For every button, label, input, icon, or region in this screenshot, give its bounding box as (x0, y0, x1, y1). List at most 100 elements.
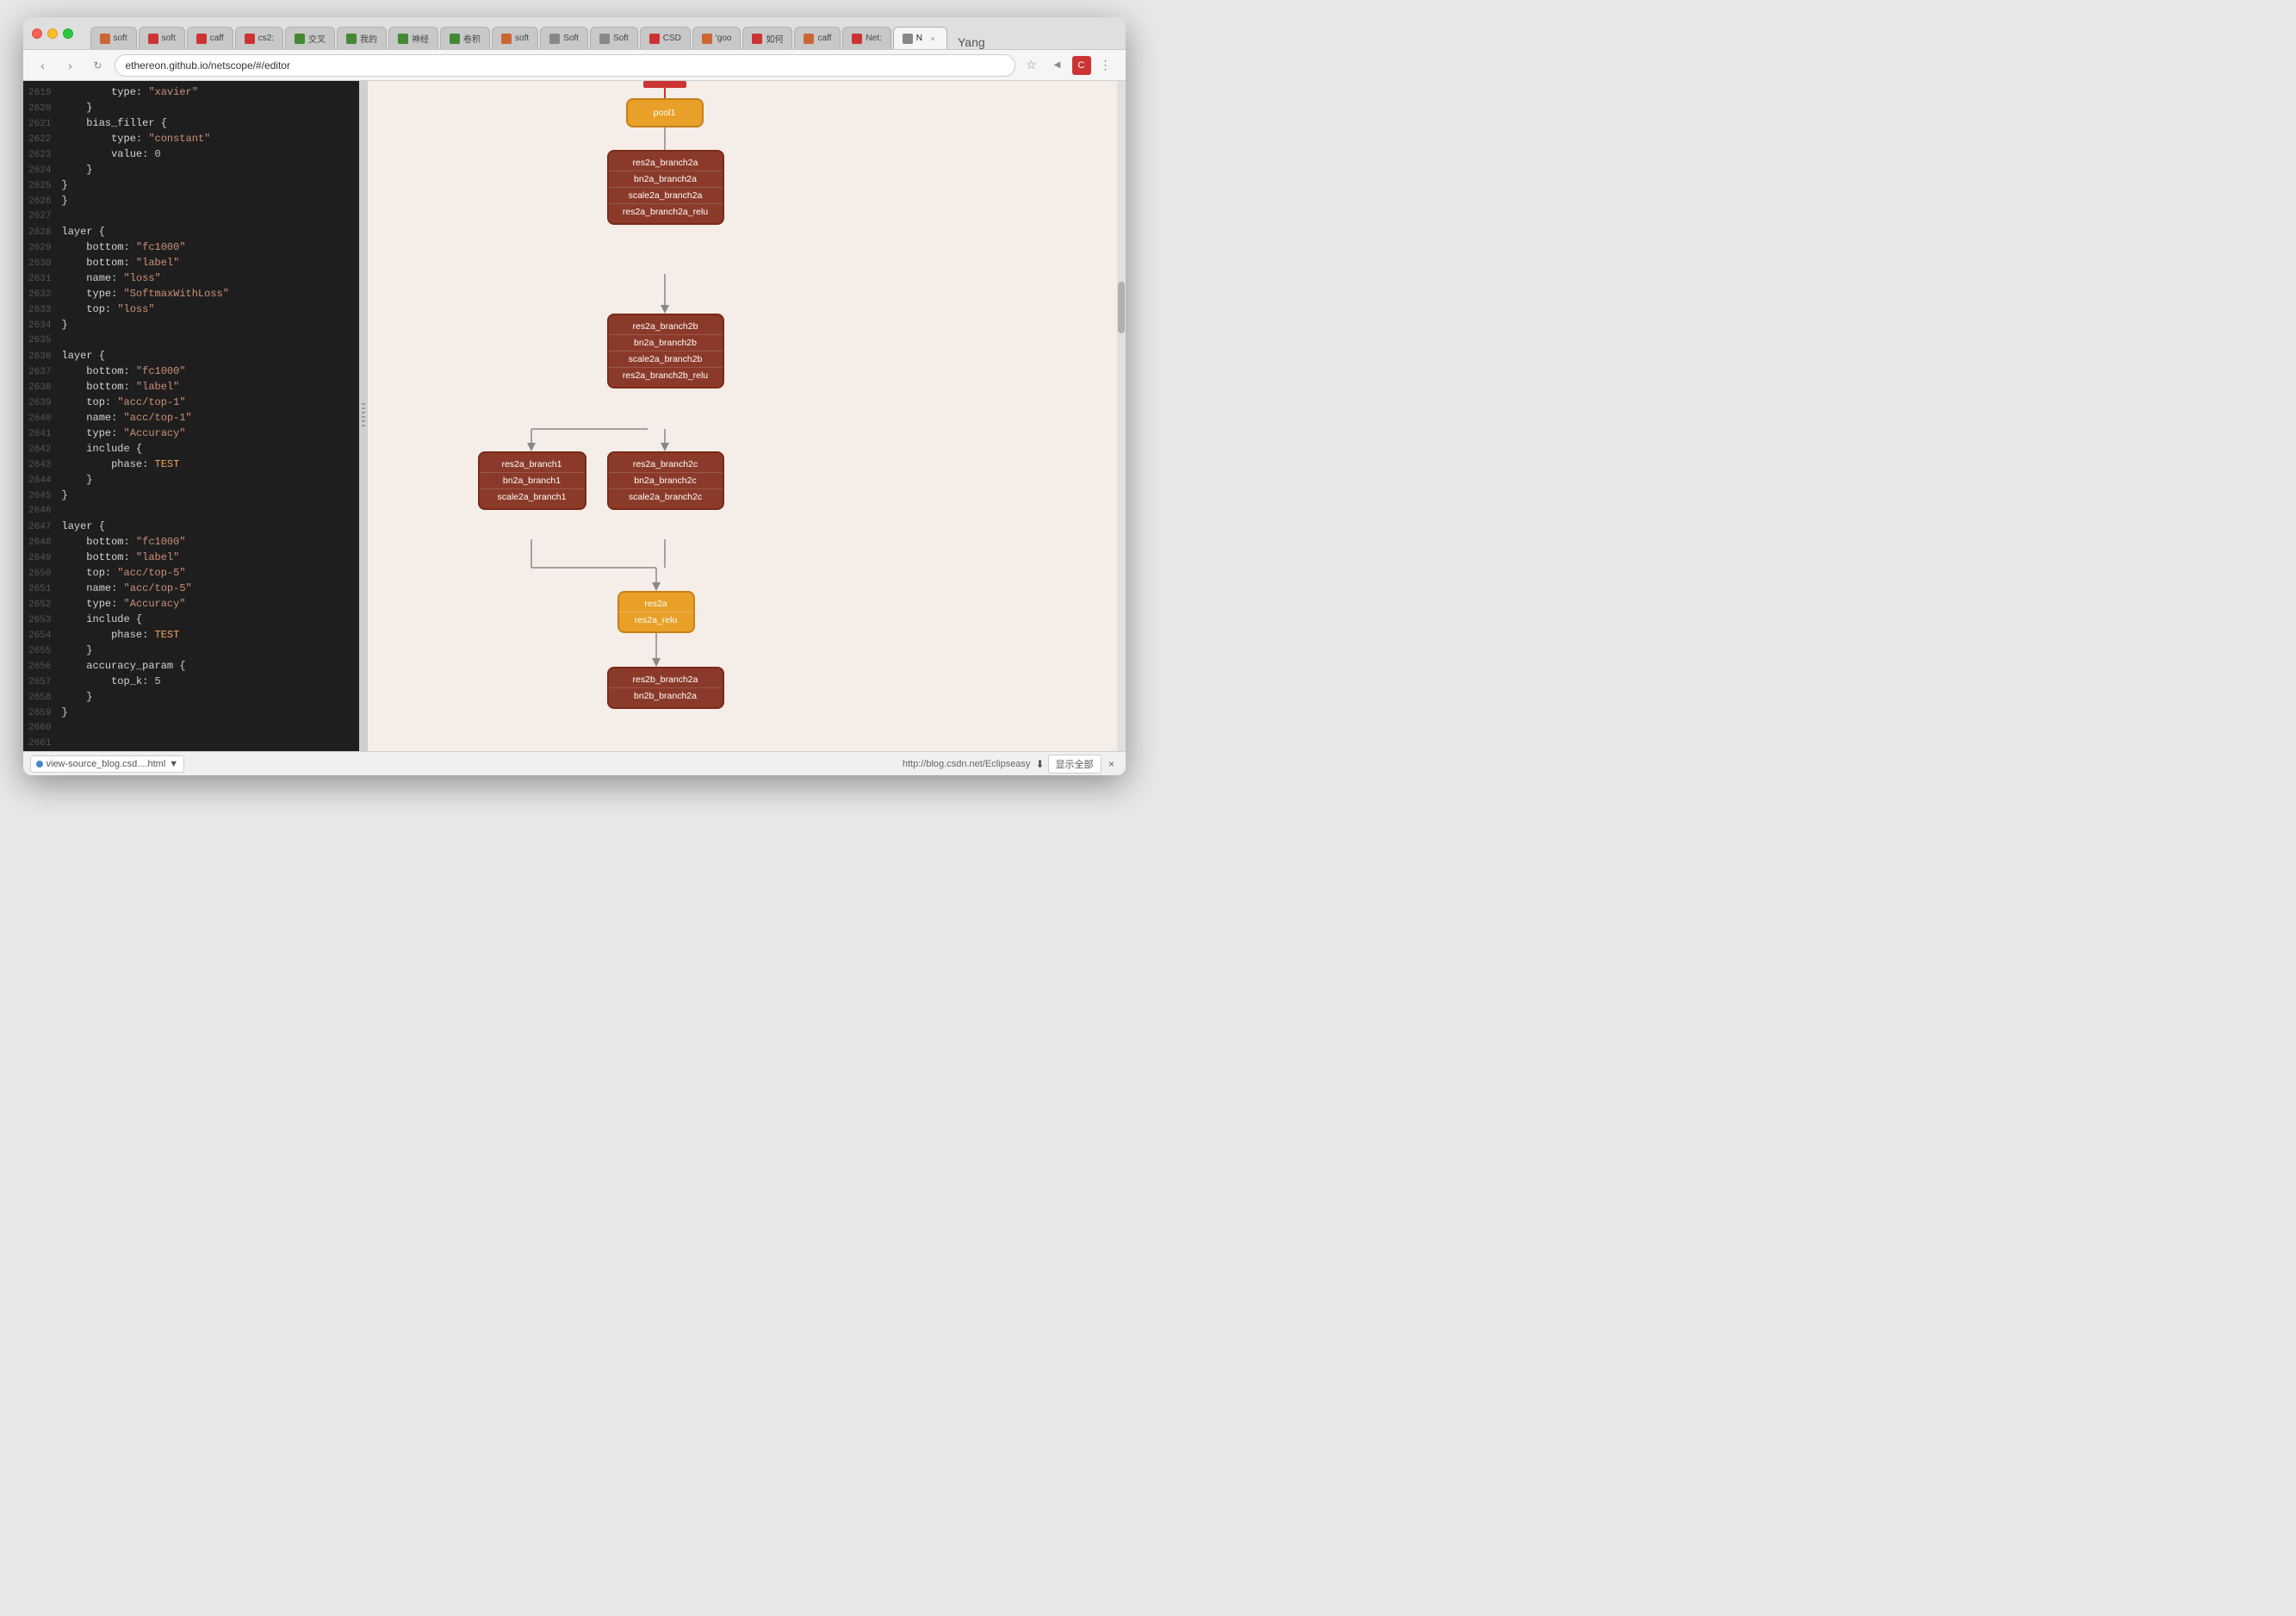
tab-goo[interactable]: 'goo (692, 27, 742, 49)
node-res2a-relu-label: res2a_relu (619, 612, 693, 628)
nav-icons: ☆ ◀ C ⋮ (1021, 54, 1117, 77)
more-icon[interactable]: C (1072, 56, 1091, 75)
tab-icon (501, 34, 512, 44)
connections-svg (368, 81, 1126, 751)
node-res2a-branch2b-label: res2a_branch2b (609, 319, 723, 335)
code-line: 2637 bottom: "fc1000" (23, 364, 359, 379)
tab-my[interactable]: 我的 (337, 27, 387, 49)
bottom-close-button[interactable]: × (1105, 757, 1119, 771)
code-line: 2638 bottom: "label" (23, 379, 359, 395)
tab-close-icon[interactable]: × (928, 34, 938, 44)
tab-icon (702, 34, 712, 44)
node-scale2a-branch2a-label: scale2a_branch2a (609, 188, 723, 204)
scrollbar-thumb[interactable] (1118, 282, 1125, 333)
node-res2b-branch2a-label: res2b_branch2a (609, 672, 723, 688)
display-label: 显示全部 (1056, 757, 1094, 771)
node-scale2a-branch2c-label: scale2a_branch2c (609, 489, 723, 505)
address-bar[interactable]: ethereon.github.io/netscope/#/editor (115, 54, 1015, 77)
bottom-tab[interactable]: view-source_blog.csd....html ▼ (30, 755, 185, 773)
url-text: ethereon.github.io/netscope/#/editor (126, 59, 290, 71)
divider-handle (362, 403, 365, 429)
node-group-res2b-branch2a[interactable]: res2b_branch2a bn2b_branch2a (607, 667, 724, 709)
code-line: 2641 type: "Accuracy" (23, 426, 359, 441)
node-group-res2a-branch2c[interactable]: res2a_branch2c bn2a_branch2c scale2a_bra… (607, 451, 724, 510)
code-content: 2619 type: "xavier" 2620 } 2621 bias_fil… (23, 81, 359, 751)
tab-caff[interactable]: caff (187, 27, 233, 49)
bottom-right: http://blog.csdn.net/Eclipseasy ⬇ 显示全部 × (903, 755, 1119, 774)
display-button[interactable]: 显示全部 (1048, 755, 1101, 774)
close-button[interactable] (32, 28, 42, 39)
node-res2a-branch2c-label: res2a_branch2c (609, 457, 723, 473)
code-line: 2649 bottom: "label" (23, 550, 359, 565)
code-line: 2629 bottom: "fc1000" (23, 239, 359, 255)
code-line: 2654 phase: TEST (23, 627, 359, 643)
code-line: 2651 name: "acc/top-5" (23, 581, 359, 596)
tab-n-active[interactable]: N × (893, 27, 947, 49)
tab-soft3[interactable]: soft (492, 27, 538, 49)
back-button[interactable]: ‹ (32, 54, 54, 77)
tab-icon (549, 34, 560, 44)
tab-caff2[interactable]: caff (794, 27, 841, 49)
tab-soft5[interactable]: Soft (590, 27, 638, 49)
code-line: 2655 } (23, 643, 359, 658)
tab-icon (245, 34, 255, 44)
node-group-res2a[interactable]: res2a res2a_relu (617, 591, 695, 633)
tab-icon (398, 34, 408, 44)
tab-soft4[interactable]: Soft (540, 27, 588, 49)
code-line: 2622 type: "constant" (23, 131, 359, 146)
bottom-dot (36, 761, 43, 768)
menu-icon[interactable]: ⋮ (1095, 54, 1117, 77)
code-line: 2648 bottom: "fc1000" (23, 534, 359, 550)
code-line: 2626 } (23, 193, 359, 208)
code-panel: 2619 type: "xavier" 2620 } 2621 bias_fil… (23, 81, 359, 751)
panel-divider[interactable] (359, 81, 368, 751)
code-line: 2624 } (23, 162, 359, 177)
tab-neural[interactable]: 神经 (388, 27, 438, 49)
code-line: 2619 type: "xavier" (23, 84, 359, 100)
code-line: 2633 top: "loss" (23, 301, 359, 317)
minimize-button[interactable] (47, 28, 58, 39)
tab-icon (599, 34, 610, 44)
tab-conv[interactable]: 卷积 (440, 27, 490, 49)
user-profile[interactable]: Yang (958, 35, 985, 49)
tab-net[interactable]: Net: (842, 27, 890, 49)
code-line: 2639 top: "acc/top-1" (23, 395, 359, 410)
code-line: 2634 } (23, 317, 359, 333)
scrollbar[interactable] (1117, 81, 1126, 751)
code-line: 2646 (23, 503, 359, 519)
code-line: 2631 name: "loss" (23, 270, 359, 286)
tab-soft2[interactable]: soft (139, 27, 185, 49)
node-group-res2a-branch1[interactable]: res2a_branch1 bn2a_branch1 scale2a_branc… (478, 451, 586, 510)
node-group-res2a-branch2a[interactable]: res2a_branch2a bn2a_branch2a scale2a_bra… (607, 150, 724, 225)
tab-cs2[interactable]: cs2: (235, 27, 283, 49)
code-line: 2628 layer { (23, 224, 359, 239)
download-icon: ⬇ (1035, 758, 1044, 770)
content-area: 2619 type: "xavier" 2620 } 2621 bias_fil… (23, 81, 1126, 751)
tab-icon (148, 34, 158, 44)
code-line: 2659 } (23, 705, 359, 720)
code-line: 2645 } (23, 488, 359, 503)
tab-icon (903, 34, 913, 44)
bottom-bar: view-source_blog.csd....html ▼ http://bl… (23, 751, 1126, 775)
tab-icon (649, 34, 660, 44)
extension-icon[interactable]: ◀ (1046, 54, 1069, 77)
forward-button[interactable]: › (59, 54, 82, 77)
node-bn2a-branch2b-label: bn2a_branch2b (609, 335, 723, 351)
code-line: 2636 layer { (23, 348, 359, 364)
tab-cross[interactable]: 交叉 (285, 27, 335, 49)
bookmark-icon[interactable]: ☆ (1021, 54, 1043, 77)
node-res2a-label: res2a (619, 596, 693, 612)
tab-how[interactable]: 如何 (742, 27, 792, 49)
code-line: 2635 (23, 333, 359, 348)
tab-csd[interactable]: CSD (640, 27, 691, 49)
code-line: 2658 } (23, 689, 359, 705)
refresh-button[interactable]: ↻ (87, 54, 109, 77)
node-res2a-branch2b-relu-label: res2a_branch2b_relu (609, 368, 723, 383)
code-line: 2647 layer { (23, 519, 359, 534)
maximize-button[interactable] (63, 28, 73, 39)
node-group-res2a-branch2b[interactable]: res2a_branch2b bn2a_branch2b scale2a_bra… (607, 314, 724, 388)
node-pool1[interactable]: pool1 (626, 98, 704, 127)
code-line: 2632 type: "SoftmaxWithLoss" (23, 286, 359, 301)
tab-soft1[interactable]: soft (90, 27, 137, 49)
graph-panel: pool1 res2a_branch2a bn2a_branch2a scale… (368, 81, 1126, 751)
